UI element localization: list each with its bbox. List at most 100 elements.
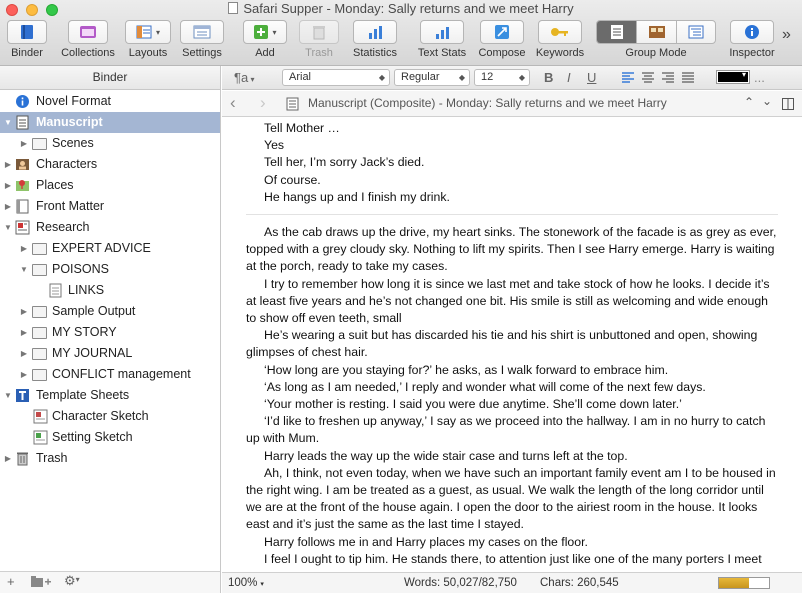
bold-button[interactable]: B — [544, 69, 553, 86]
font-size-select[interactable]: 12 ◆ — [474, 69, 530, 86]
binder-item-my-journal[interactable]: ▶ MY JOURNAL — [0, 343, 220, 364]
book-icon — [16, 199, 29, 214]
research-icon — [15, 220, 30, 235]
layouts-toolbar-button[interactable]: ▾ Layouts — [124, 20, 172, 64]
font-style-select[interactable]: Regular ◆ — [394, 69, 470, 86]
binder-item-links[interactable]: LINKS — [0, 280, 220, 301]
binder-item-manuscript[interactable]: ▼ Manuscript — [0, 112, 220, 133]
binder-item-my-story[interactable]: ▶ MY STORY — [0, 322, 220, 343]
document-icon — [49, 283, 62, 298]
paragraph: He’s wearing a suit but has discarded hi… — [246, 328, 758, 360]
chevron-down-icon: ▾ — [260, 581, 264, 588]
editor-text-area[interactable]: Tell Mother … Yes Tell her, I’m sorry Ja… — [222, 118, 802, 571]
binder-item-poisons[interactable]: ▼ POISONS — [0, 259, 220, 280]
statistics-toolbar-button[interactable]: Statistics — [348, 20, 402, 64]
paragraph: Ah, I think, not even today, when we hav… — [246, 465, 776, 532]
template-icon — [16, 389, 29, 402]
disclosure-triangle-collapsed-icon[interactable]: ▶ — [19, 301, 29, 322]
align-right-icon[interactable] — [662, 72, 674, 83]
binder-toolbar-button[interactable]: Binder — [4, 20, 50, 64]
disclosure-triangle-expanded-icon[interactable]: ▼ — [3, 385, 13, 406]
folder-icon — [32, 369, 47, 381]
binder-item-template-sheets[interactable]: ▼ Template Sheets — [0, 385, 220, 406]
binder-item-places[interactable]: ▶ Places — [0, 175, 220, 196]
keywords-toolbar-button[interactable]: Keywords — [534, 20, 586, 64]
split-editor-icon[interactable] — [782, 98, 794, 110]
trash-toolbar-button[interactable]: Trash — [296, 20, 342, 64]
binder-item-novel-format[interactable]: Novel Format — [0, 91, 220, 112]
disclosure-triangle-expanded-icon[interactable]: ▼ — [3, 112, 13, 133]
char-count: Chars: 260,545 — [540, 577, 619, 589]
binder-item-character-sketch[interactable]: Character Sketch — [0, 406, 220, 427]
paragraph: ‘I’d like to freshen up anyway,’ I say a… — [246, 414, 766, 446]
disclosure-triangle-collapsed-icon[interactable]: ▶ — [3, 196, 13, 217]
collections-toolbar-button[interactable]: Collections — [56, 20, 120, 64]
scrivenings-mode-button[interactable] — [597, 21, 637, 43]
format-bar-more-button[interactable]: ... — [754, 69, 765, 86]
text-color-well[interactable]: ▾ — [716, 70, 750, 84]
previous-document-icon[interactable]: ⌃ — [744, 95, 754, 109]
disclosure-triangle-collapsed-icon[interactable]: ▶ — [19, 343, 29, 364]
disclosure-triangle-expanded-icon[interactable]: ▼ — [19, 259, 29, 280]
binder-item-expert-advice[interactable]: ▶ EXPERT ADVICE — [0, 238, 220, 259]
disclosure-triangle-collapsed-icon[interactable]: ▶ — [19, 133, 29, 154]
binder-footer: + ⚙ ▾ — [0, 571, 220, 593]
binder-item-trash[interactable]: ▶ Trash — [0, 448, 220, 469]
zoom-menu[interactable]: 100% ▾ — [228, 577, 264, 589]
disclosure-triangle-collapsed-icon[interactable]: ▶ — [19, 238, 29, 259]
align-justify-icon[interactable] — [682, 72, 694, 83]
paragraph-style-button[interactable]: ¶a ▾ — [234, 69, 254, 86]
compose-icon — [495, 25, 509, 39]
statistics-icon — [369, 26, 382, 39]
binder-item-conflict-management[interactable]: ▶ CONFLICT management — [0, 364, 220, 385]
settings-toolbar-button[interactable]: Settings — [178, 20, 226, 64]
disclosure-triangle-collapsed-icon[interactable]: ▶ — [19, 322, 29, 343]
collections-icon — [80, 26, 96, 38]
disclosure-triangle-collapsed-icon[interactable]: ▶ — [3, 175, 13, 196]
add-folder-icon[interactable] — [30, 575, 52, 592]
layouts-dropdown-icon: ▾ — [155, 27, 160, 37]
target-progress-bar[interactable] — [718, 577, 770, 589]
paragraph: I feel I ought to tip him. He stands the… — [246, 551, 762, 571]
editor-document-title[interactable]: Manuscript (Composite) - Monday: Sally r… — [308, 96, 667, 110]
outliner-mode-button[interactable] — [675, 21, 715, 43]
compose-toolbar-button[interactable]: Compose — [476, 20, 528, 64]
gear-icon[interactable]: ⚙ ▾ — [64, 573, 80, 589]
binder-item-sample-output[interactable]: ▶ Sample Output — [0, 301, 220, 322]
add-dropdown-icon: ▾ — [272, 27, 277, 37]
binder-item-setting-sketch[interactable]: Setting Sketch — [0, 427, 220, 448]
navigate-forward-icon[interactable]: › — [260, 93, 266, 113]
text-stats-icon — [436, 27, 449, 39]
underline-button[interactable]: U — [587, 69, 596, 86]
disclosure-triangle-collapsed-icon[interactable]: ▶ — [3, 448, 13, 469]
binder-item-scenes[interactable]: ▶ Scenes — [0, 133, 220, 154]
corkboard-mode-button[interactable] — [636, 21, 675, 43]
add-item-icon[interactable]: + — [7, 574, 15, 589]
disclosure-triangle-collapsed-icon[interactable]: ▶ — [3, 154, 13, 175]
navigate-back-icon[interactable]: ‹ — [230, 93, 236, 113]
disclosure-triangle-collapsed-icon[interactable]: ▶ — [19, 364, 29, 385]
binder-item-research[interactable]: ▼ Research — [0, 217, 220, 238]
toolbar-overflow-button[interactable]: » — [782, 26, 791, 44]
binder-item-front-matter[interactable]: ▶ Front Matter — [0, 196, 220, 217]
align-left-icon[interactable] — [622, 72, 634, 83]
group-mode-control[interactable]: Group Mode — [594, 20, 718, 64]
stepper-arrows-icon: ◆ — [458, 73, 465, 82]
font-family-select[interactable]: Arial ◆ — [282, 69, 390, 86]
paragraph: Harry follows me in and Harry places my … — [264, 534, 588, 549]
trash-icon — [17, 452, 28, 466]
text-stats-toolbar-button[interactable]: Text Stats — [414, 20, 470, 64]
next-document-icon[interactable]: ⌄ — [762, 94, 772, 108]
corkboard-icon — [648, 26, 665, 38]
disclosure-triangle-expanded-icon[interactable]: ▼ — [3, 217, 13, 238]
chevron-down-icon: ▾ — [741, 70, 746, 79]
binder-item-characters[interactable]: ▶ Characters — [0, 154, 220, 175]
align-center-icon[interactable] — [642, 72, 654, 83]
add-toolbar-button[interactable]: ▾ Add — [242, 20, 288, 64]
inspector-toolbar-button[interactable]: Inspector — [724, 20, 780, 64]
dialogue-line: Tell her, I’m sorry Jack’s died. — [264, 155, 425, 170]
manuscript-text[interactable]: Tell Mother … Yes Tell her, I’m sorry Ja… — [246, 120, 778, 571]
trash-can-icon — [313, 26, 325, 40]
italic-button[interactable]: I — [567, 69, 571, 86]
binder-sidebar: Binder Novel Format ▼ Manuscript ▶ Scene… — [0, 66, 221, 593]
